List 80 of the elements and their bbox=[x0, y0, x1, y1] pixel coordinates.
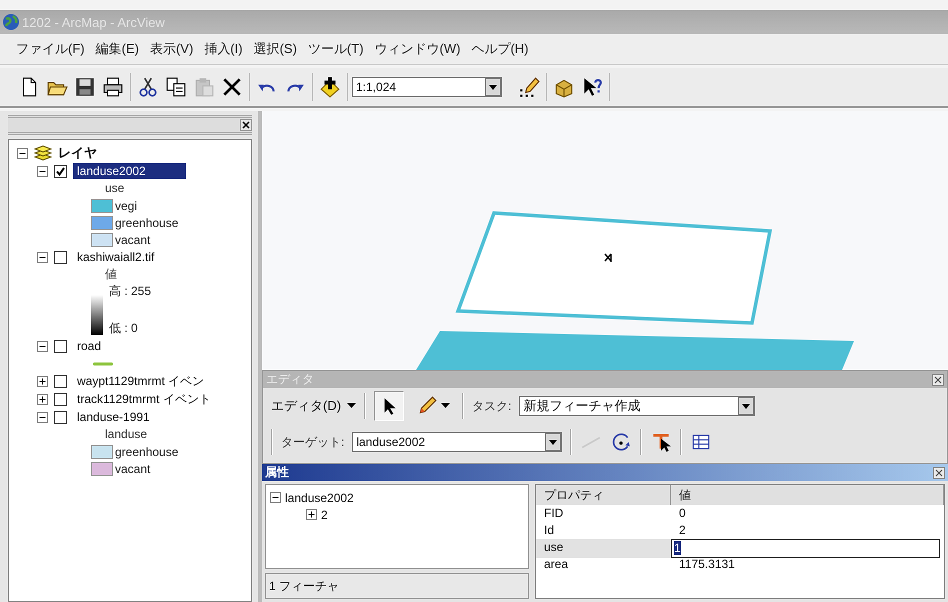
legend-label: greenhouse bbox=[115, 444, 178, 458]
close-icon[interactable] bbox=[932, 374, 944, 386]
feature-count: 1 フィーチャ bbox=[265, 573, 529, 599]
scissors-icon[interactable] bbox=[137, 76, 159, 98]
target-dropdown[interactable]: landuse2002 bbox=[352, 432, 562, 452]
globe-icon bbox=[2, 13, 20, 31]
legend-label: vacant bbox=[115, 232, 150, 246]
rotate-icon[interactable] bbox=[610, 431, 632, 453]
menu-item[interactable]: ヘルプ(H) bbox=[471, 40, 529, 58]
panel-grip[interactable] bbox=[8, 115, 252, 135]
layer-name[interactable]: landuse-1991 bbox=[73, 409, 154, 425]
menu-item[interactable]: ウィンドウ(W) bbox=[374, 40, 460, 58]
editor-icon[interactable] bbox=[518, 76, 540, 98]
legend-heading: landuse bbox=[104, 426, 148, 443]
task-label: タスク: bbox=[472, 398, 512, 414]
legend-label: vegi bbox=[115, 198, 138, 212]
selected-text: 1 bbox=[674, 541, 681, 555]
root-label[interactable]: レイヤ bbox=[58, 144, 97, 162]
table-cell-text: FID bbox=[543, 505, 564, 522]
legend-heading: use bbox=[104, 180, 126, 197]
table-cell-text: 2 bbox=[678, 522, 687, 539]
layers-icon bbox=[34, 145, 52, 161]
menu-item[interactable]: 選択(S) bbox=[254, 40, 297, 58]
menu-item[interactable]: ツール(T) bbox=[308, 40, 364, 58]
table-cell-text: 0 bbox=[678, 505, 687, 522]
layer-name[interactable]: landuse2002 bbox=[73, 163, 186, 179]
menu-item[interactable]: 編集(E) bbox=[96, 40, 139, 58]
legend-label: vacant bbox=[115, 462, 150, 476]
editor-menu[interactable]: エディタ(D) bbox=[271, 397, 356, 415]
value-input-field[interactable]: 1 bbox=[671, 539, 940, 558]
layer-name[interactable]: track1129tmrmt イベント bbox=[73, 390, 215, 408]
legend-heading: 値 bbox=[104, 266, 118, 283]
menu-item[interactable]: ファイル(F) bbox=[16, 40, 85, 58]
collapse-icon[interactable] bbox=[37, 166, 48, 176]
scale-dropdown[interactable]: 1:1,024 bbox=[352, 77, 502, 97]
layer-checkbox[interactable] bbox=[54, 374, 67, 388]
layer-checkbox[interactable] bbox=[54, 164, 67, 178]
collapse-icon[interactable] bbox=[37, 252, 48, 262]
tree-item[interactable]: 2 bbox=[321, 508, 328, 522]
layer-checkbox[interactable] bbox=[54, 410, 67, 424]
tool-button[interactable] bbox=[374, 391, 404, 421]
table-cell-text: 1175.3131 bbox=[678, 556, 736, 573]
table-cell-text: area bbox=[543, 556, 570, 573]
toolbar-title: エディタ bbox=[266, 371, 314, 388]
collapse-icon[interactable] bbox=[270, 492, 281, 503]
delete-icon[interactable] bbox=[221, 76, 243, 98]
copy-icon[interactable] bbox=[165, 76, 187, 98]
collapse-icon[interactable] bbox=[17, 148, 28, 158]
color-ramp bbox=[91, 295, 103, 335]
layer-name[interactable]: road bbox=[73, 338, 106, 354]
expand-icon[interactable] bbox=[37, 376, 48, 386]
expand-icon[interactable] bbox=[37, 394, 48, 404]
table-cell: use bbox=[536, 539, 671, 558]
printer-icon[interactable] bbox=[102, 76, 124, 98]
layer-checkbox[interactable] bbox=[54, 392, 67, 406]
expand-icon[interactable] bbox=[306, 509, 317, 520]
cursor-icon bbox=[604, 253, 612, 263]
task-dropdown[interactable]: 新規フィーチャ作成 bbox=[519, 396, 756, 416]
legend-label: greenhouse bbox=[115, 216, 178, 230]
caret-icon[interactable] bbox=[441, 403, 450, 409]
layer-checkbox[interactable] bbox=[54, 250, 67, 264]
menu-item[interactable]: 表示(V) bbox=[150, 40, 194, 58]
legend-label: 低 : 0 bbox=[109, 320, 139, 337]
layer-name[interactable]: waypt1129tmrmt イベン bbox=[73, 372, 208, 390]
close-icon[interactable] bbox=[933, 466, 945, 478]
menu-item[interactable]: 挿入(I) bbox=[204, 40, 243, 58]
collapse-icon[interactable] bbox=[37, 412, 48, 422]
collapse-icon[interactable] bbox=[37, 340, 48, 352]
layer-checkbox[interactable] bbox=[54, 340, 67, 352]
column-header[interactable]: プロパティ bbox=[536, 485, 671, 505]
table-cell-text: Id bbox=[543, 522, 556, 539]
column-header[interactable]: 値 bbox=[671, 485, 944, 505]
caret-icon[interactable] bbox=[347, 403, 356, 409]
close-icon[interactable] bbox=[240, 119, 252, 131]
legend-label: 高 : 255 bbox=[109, 283, 152, 300]
target-label: ターゲット: bbox=[281, 434, 344, 450]
add-data-icon[interactable] bbox=[319, 76, 341, 98]
layer-name[interactable]: kashiwaiall2.tif bbox=[73, 249, 158, 265]
tree-item[interactable]: landuse2002 bbox=[285, 490, 354, 504]
window-title: 属性 bbox=[265, 464, 289, 481]
